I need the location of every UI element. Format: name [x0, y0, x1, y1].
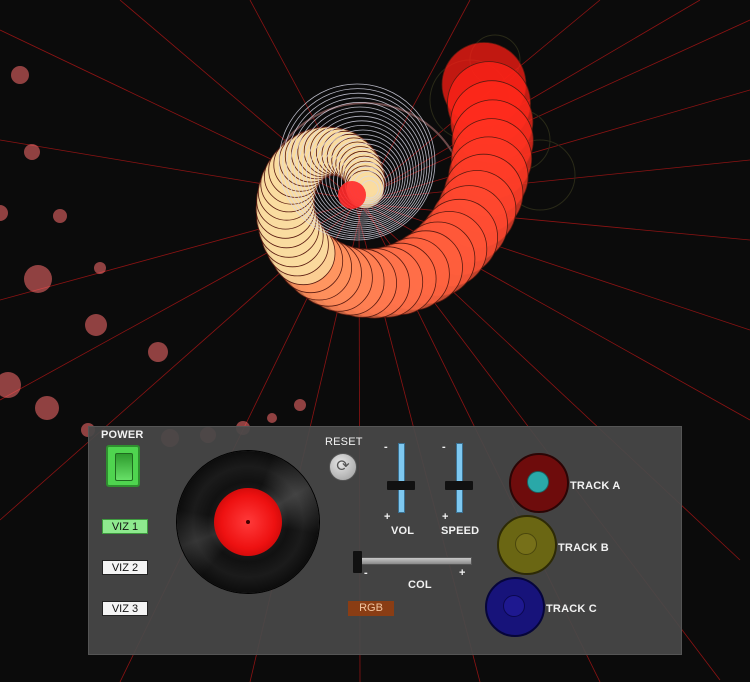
- control-panel: POWER VIZ 1 VIZ 2 VIZ 3 RESET ⟳ - + VOL …: [88, 426, 682, 655]
- speed-label: SPEED: [441, 525, 480, 537]
- visualizer-dot: [11, 66, 29, 84]
- visualizer-ray: [354, 19, 750, 201]
- col-slider-handle[interactable]: [353, 551, 362, 573]
- track-b-label: TRACK B: [558, 542, 609, 554]
- reset-button[interactable]: ⟳: [329, 453, 357, 481]
- visualizer-dot: [35, 396, 59, 420]
- viz-3-button[interactable]: VIZ 3: [102, 601, 148, 616]
- vol-plus-label: +: [384, 511, 391, 523]
- vinyl-record[interactable]: [177, 451, 319, 593]
- track-a-button[interactable]: [509, 453, 569, 513]
- speed-minus-label: -: [442, 441, 446, 453]
- visualizer-dot: [24, 265, 52, 293]
- visualizer-dot: [0, 372, 21, 398]
- visualizer-dot: [94, 262, 106, 274]
- power-switch[interactable]: [106, 445, 140, 487]
- visualizer-dot: [267, 413, 277, 423]
- record-spindle: [246, 520, 250, 524]
- reset-label: RESET: [325, 436, 363, 448]
- speed-plus-label: +: [442, 511, 449, 523]
- vol-minus-label: -: [384, 441, 388, 453]
- col-plus-label: +: [459, 567, 466, 579]
- visualizer-dot: [0, 205, 8, 221]
- speed-slider-handle[interactable]: [445, 481, 473, 490]
- viz-2-button[interactable]: VIZ 2: [102, 560, 148, 575]
- visualizer-core: [338, 181, 366, 209]
- track-b-button[interactable]: [497, 515, 557, 575]
- visualizer-dot: [24, 144, 40, 160]
- col-label: COL: [408, 579, 432, 591]
- speed-slider-track[interactable]: [456, 443, 463, 513]
- track-a-center: [527, 471, 549, 493]
- visualizer-dot: [294, 399, 306, 411]
- col-slider-track[interactable]: [354, 557, 472, 565]
- track-c-button[interactable]: [485, 577, 545, 637]
- track-c-label: TRACK C: [546, 603, 597, 615]
- rgb-button[interactable]: RGB: [348, 601, 394, 616]
- track-a-label: TRACK A: [570, 480, 621, 492]
- col-minus-label: -: [364, 567, 368, 579]
- refresh-icon: ⟳: [336, 458, 350, 475]
- track-b-center: [515, 533, 537, 555]
- visualizer-dot: [148, 342, 168, 362]
- vol-label: VOL: [391, 525, 415, 537]
- vol-slider-handle[interactable]: [387, 481, 415, 490]
- vol-slider-track[interactable]: [398, 443, 405, 513]
- power-label: POWER: [101, 429, 144, 441]
- visualizer-dot: [85, 314, 107, 336]
- track-c-center: [503, 595, 525, 617]
- power-rocker: [115, 453, 133, 481]
- visualizer-dot: [53, 209, 67, 223]
- viz-1-button[interactable]: VIZ 1: [102, 519, 148, 534]
